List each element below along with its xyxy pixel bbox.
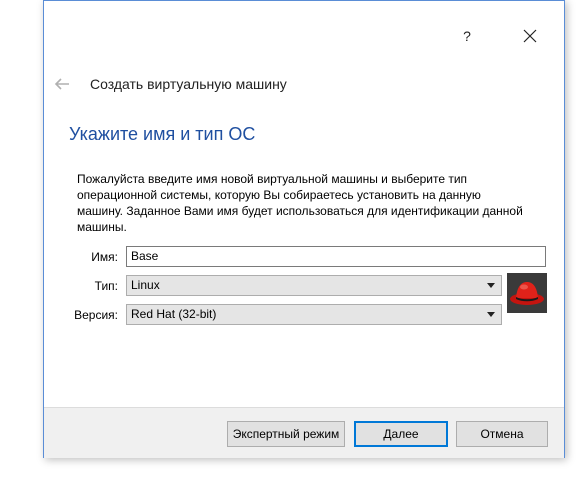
page-heading: Укажите имя и тип ОС bbox=[69, 124, 256, 144]
type-label: Тип: bbox=[94, 279, 118, 293]
expert-mode-button[interactable]: Экспертный режим bbox=[227, 421, 345, 447]
help-button[interactable]: ? bbox=[447, 19, 487, 53]
back-arrow-icon bbox=[54, 78, 69, 90]
version-select-value: Red Hat (32-bit) bbox=[131, 307, 217, 321]
chevron-down-icon bbox=[487, 312, 495, 317]
wizard-title: Создать виртуальную машину bbox=[90, 76, 287, 92]
type-select[interactable]: Linux bbox=[126, 275, 502, 296]
next-button[interactable]: Далее bbox=[354, 421, 448, 447]
version-label: Версия: bbox=[74, 308, 118, 322]
chevron-down-icon bbox=[487, 283, 495, 288]
version-select[interactable]: Red Hat (32-bit) bbox=[126, 304, 502, 325]
redhat-icon bbox=[507, 273, 547, 313]
close-icon bbox=[523, 29, 537, 43]
close-button[interactable] bbox=[510, 19, 550, 53]
type-select-value: Linux bbox=[131, 278, 160, 292]
back-button[interactable] bbox=[52, 74, 72, 94]
name-label: Имя: bbox=[91, 250, 118, 264]
os-type-icon bbox=[507, 273, 547, 313]
cancel-button[interactable]: Отмена bbox=[456, 421, 548, 447]
button-bar: Экспертный режим Далее Отмена bbox=[44, 407, 564, 458]
create-vm-dialog: ? Создать виртуальную машину Укажите имя… bbox=[43, 0, 565, 458]
name-input[interactable]: Base bbox=[126, 246, 546, 267]
page-description: Пожалуйста введите имя новой виртуальной… bbox=[77, 172, 523, 234]
